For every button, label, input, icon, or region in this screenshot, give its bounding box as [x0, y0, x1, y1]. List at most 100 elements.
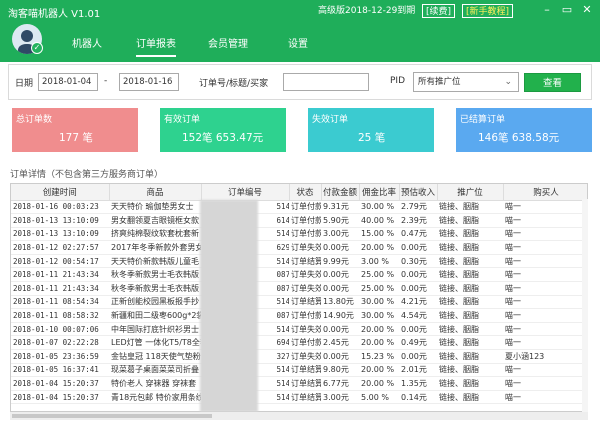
table-row[interactable]: 2018-01-10 00:07:06中年国际打底针织衫男士118514订单失效… [11, 322, 587, 337]
version-info: 高级版2018-12-29到期 [318, 6, 416, 16]
cell-income: 0.00元 [399, 322, 437, 337]
order-id-suffix: 514 [276, 256, 289, 266]
cell-created: 2018-01-13 13:10:09 [11, 227, 109, 242]
table-row[interactable]: 2018-01-13 13:10:09男女翻领夏吉眼镜框女款121614订单付款… [11, 213, 587, 228]
table-row[interactable]: 2018-01-04 15:20:37青18元包邮 特价家用条纹121514订单… [11, 390, 587, 405]
cell-income: 4.21元 [399, 295, 437, 310]
cell-income: 4.54元 [399, 308, 437, 323]
cell-buyer: 喵一 [503, 281, 587, 296]
cell-income: 0.47元 [399, 227, 437, 242]
date-to-input[interactable]: 2018-01-16 [119, 73, 179, 91]
tab-robot[interactable]: 机器人 [72, 37, 102, 57]
date-from-input[interactable]: 2018-01-04 [38, 73, 98, 91]
col-header-order-id[interactable]: 订单编号 [201, 184, 290, 201]
vertical-scrollbar[interactable] [582, 199, 588, 412]
table-row[interactable]: 2018-01-07 02:22:28LED灯管 一体化T5/T8全套11069… [11, 335, 587, 351]
cell-amount: 9.99元 [321, 254, 359, 269]
cell-position: 链接、胭脂 [437, 390, 503, 405]
cell-status: 订单付款 [289, 200, 321, 215]
table-row[interactable]: 2018-01-16 00:03:23天天特价 瑜伽垫男女士122514订单付款… [11, 200, 587, 215]
card-settled-orders: 已结算订单 146笔 638.58元 [456, 108, 592, 152]
orders-table[interactable]: 创建时间 商品 订单编号 状态 付款金额 佣金比率 预估收入 推广位 购买人 2… [10, 183, 588, 412]
cell-buyer: 喵一 [503, 227, 587, 242]
restore-icon[interactable]: ▭ [560, 3, 574, 17]
cell-product: 秋冬季新款男士毛衣韩版 [109, 267, 201, 283]
cell-income: 0.14元 [399, 390, 437, 405]
cell-product: 特价老人 穿袜器 穿袜套 [109, 376, 201, 391]
table-row[interactable]: 2018-01-04 15:20:37特价老人 穿袜器 穿袜套121514订单结… [11, 376, 587, 391]
order-id-suffix: 514 [276, 324, 289, 334]
order-id-suffix: 614 [276, 215, 289, 225]
card-total-orders-value: 177 笔 [59, 132, 93, 144]
table-row[interactable]: 2018-01-12 02:27:572017年冬季新款外套男女106629订单… [11, 240, 587, 255]
col-header-buyer[interactable]: 购买人 [503, 184, 587, 201]
order-id-suffix: 629 [276, 243, 289, 253]
cell-rate: 20.00 % [359, 376, 399, 391]
order-search-label: 订单号/标题/买家 [199, 79, 269, 89]
cell-amount: 0.00元 [321, 281, 359, 296]
cell-rate: 25.00 % [359, 281, 399, 296]
cell-status: 订单失效 [289, 322, 321, 337]
cell-product: 中年国际打底针织衫男士 [109, 322, 201, 337]
close-icon[interactable]: ✕ [580, 3, 594, 17]
pid-select[interactable]: 所有推广位 ⌄ [413, 72, 519, 92]
app-header: 淘客喵机器人 V1.01 高级版2018-12-29到期 [续费] [新手教程]… [0, 0, 600, 62]
cell-income: 0.00元 [399, 240, 437, 255]
cell-rate: 5.00 % [359, 390, 399, 405]
table-row[interactable]: 2018-01-05 16:37:41现菜葛子桌面菜菜司折叠121514订单结算… [11, 363, 587, 378]
col-header-status[interactable]: 状态 [289, 184, 322, 201]
col-header-position[interactable]: 推广位 [437, 184, 504, 201]
cell-buyer: 喵一 [503, 335, 587, 351]
col-header-rate[interactable]: 佣金比率 [359, 184, 400, 201]
table-row[interactable]: 2018-01-13 13:10:09挤爽纯棉裂纹软套枕套新121514订单付款… [11, 227, 587, 242]
order-id-suffix: 087 [276, 311, 289, 321]
redacted-order-ids [200, 200, 258, 412]
table-row[interactable]: 2018-01-05 23:36:59金钻皇冠 118天使气垫粉111327订单… [11, 349, 587, 364]
cell-amount: 0.00元 [321, 349, 359, 364]
cell-status: 订单失效 [289, 281, 321, 296]
cell-buyer: 喵一 [503, 200, 587, 215]
table-row[interactable]: 2018-01-11 21:43:34秋冬季新款男士毛衣韩版113087订单失效… [11, 267, 587, 283]
cell-position: 链接、胭脂 [437, 322, 503, 337]
cell-product: 金钻皇冠 118天使气垫粉 [109, 349, 201, 364]
cell-created: 2018-01-12 02:27:57 [11, 240, 109, 255]
tab-order-report[interactable]: 订单报表 [136, 37, 176, 57]
horizontal-scrollbar[interactable] [10, 412, 588, 420]
table-row[interactable]: 2018-01-12 00:54:17天天特价新款韩版儿童毛121514订单结算… [11, 254, 587, 269]
cell-rate: 20.00 % [359, 335, 399, 351]
cell-amount: 9.80元 [321, 363, 359, 378]
cell-position: 链接、胭脂 [437, 363, 503, 378]
card-settled-orders-title: 已结算订单 [460, 115, 506, 125]
cell-position: 链接、胭脂 [437, 376, 503, 391]
col-header-income[interactable]: 预估收入 [399, 184, 438, 201]
cell-income: 2.39元 [399, 213, 437, 228]
table-row[interactable]: 2018-01-11 08:58:32新疆和田二级枣600g*2袋113087订… [11, 308, 587, 323]
tutorial-button[interactable]: [新手教程] [462, 4, 514, 18]
table-row[interactable]: 2018-01-11 21:43:34秋冬季新款男士毛衣韩版113087订单失效… [11, 281, 587, 296]
cell-amount: 5.90元 [321, 213, 359, 228]
cell-amount: 2.45元 [321, 335, 359, 351]
view-button[interactable]: 查看 [524, 73, 581, 92]
col-header-product[interactable]: 商品 [109, 184, 202, 201]
minimize-icon[interactable]: – [540, 3, 554, 17]
cell-income: 2.01元 [399, 363, 437, 378]
col-header-created[interactable]: 创建时间 [11, 184, 110, 201]
chevron-down-icon: ⌄ [504, 77, 512, 87]
cell-position: 链接、胭脂 [437, 227, 503, 242]
card-invalid-orders-title: 失效订单 [312, 115, 349, 125]
cell-status: 订单失效 [289, 349, 321, 364]
table-caption: 订单详情（不包含第三方服务商订单） [10, 170, 164, 180]
cell-amount: 6.77元 [321, 376, 359, 391]
order-search-input[interactable] [283, 73, 369, 91]
cell-created: 2018-01-10 00:07:06 [11, 322, 109, 337]
cell-buyer: 喵一 [503, 254, 587, 269]
tab-member-management[interactable]: 会员管理 [208, 37, 248, 57]
renew-button[interactable]: [续费] [422, 4, 456, 18]
col-header-amount[interactable]: 付款金额 [321, 184, 360, 201]
scrollbar-thumb[interactable] [12, 414, 212, 418]
table-row[interactable]: 2018-01-11 08:54:34正新创能校园黑板报手抄121514订单结算… [11, 295, 587, 310]
cell-status: 订单失效 [289, 240, 321, 255]
tab-settings[interactable]: 设置 [288, 37, 308, 57]
order-id-suffix: 514 [276, 229, 289, 239]
order-id-suffix: 327 [276, 351, 289, 361]
